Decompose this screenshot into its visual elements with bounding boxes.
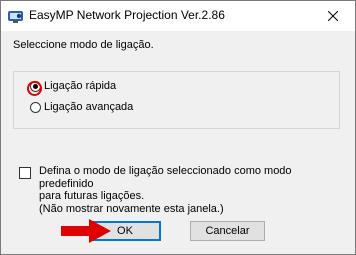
title-bar[interactable]: EasyMP Network Projection Ver.2.86 xyxy=(1,1,355,31)
option-quick-connection[interactable]: Ligação rápida xyxy=(27,78,117,96)
window-title: EasyMP Network Projection Ver.2.86 xyxy=(29,8,225,22)
highlight-ring xyxy=(27,80,42,96)
easymp-icon xyxy=(8,11,23,23)
default-mode-checkbox[interactable] xyxy=(19,167,31,179)
prompt-text: Seleccione modo de ligação. xyxy=(13,39,154,51)
close-button[interactable] xyxy=(311,1,355,31)
default-mode-line-1: Defina o modo de ligação seleccionado co… xyxy=(39,165,292,190)
option-label-advanced: Ligação avançada xyxy=(44,101,134,113)
cancel-button[interactable]: Cancelar xyxy=(190,221,265,241)
dialog-content: Seleccione modo de ligação. Ligação rápi… xyxy=(1,31,355,254)
connection-mode-group: Ligação rápida Ligação avançada xyxy=(13,71,340,129)
radio-button-quick[interactable] xyxy=(27,80,42,96)
pointer-arrow-icon xyxy=(61,219,111,243)
default-mode-checkbox-row[interactable]: Defina o modo de ligação seleccionado co… xyxy=(19,165,339,215)
radio-button-advanced[interactable] xyxy=(30,101,41,113)
dialog-window: EasyMP Network Projection Ver.2.86 Selec… xyxy=(0,0,356,255)
option-advanced-connection[interactable]: Ligação avançada xyxy=(30,99,133,115)
default-mode-line-2: para futuras ligações. xyxy=(39,190,145,202)
close-icon xyxy=(328,11,338,21)
default-mode-line-3: (Não mostrar novamente esta janela.) xyxy=(39,202,224,215)
default-mode-text: Defina o modo de ligação seleccionado co… xyxy=(39,165,339,215)
option-label-quick: Ligação rápida xyxy=(44,80,117,92)
